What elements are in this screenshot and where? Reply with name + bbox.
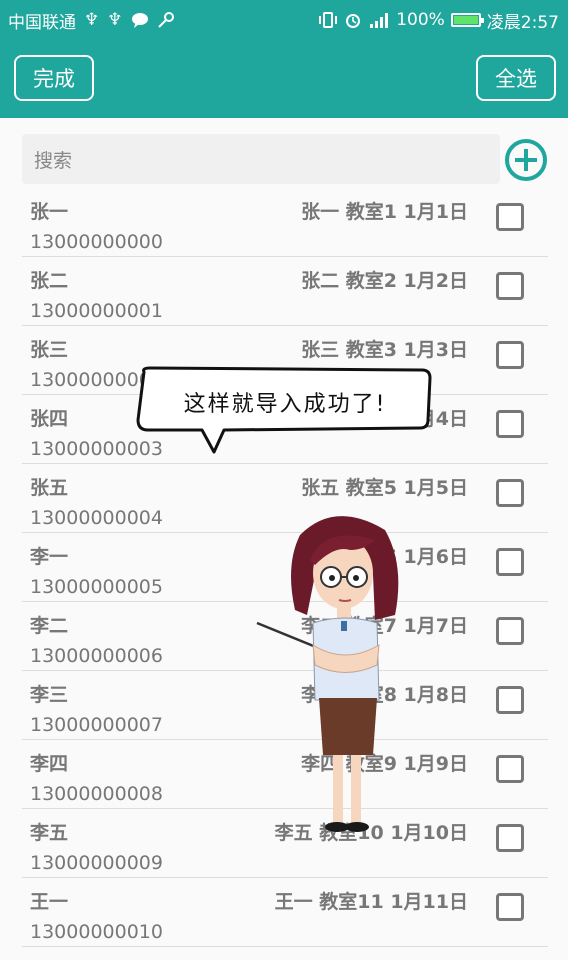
list-item[interactable]: 张一 张一 教室1 1月1日 13000000000: [0, 188, 568, 257]
contact-name: 张一: [30, 201, 69, 223]
contact-phone: 13000000010: [30, 921, 163, 943]
select-checkbox[interactable]: [496, 272, 524, 300]
select-checkbox[interactable]: [496, 893, 524, 921]
contact-phone: 13000000007: [30, 714, 163, 736]
contact-info: 张一 教室1 1月1日: [301, 201, 468, 223]
contact-phone: 13000000008: [30, 783, 163, 805]
select-checkbox[interactable]: [496, 203, 524, 231]
list-item[interactable]: 张二 张二 教室2 1月2日 13000000001: [0, 257, 568, 326]
contact-info: 张五 教室5 1月5日: [301, 477, 468, 499]
app-bar: 完成 全选: [0, 40, 568, 118]
select-checkbox[interactable]: [496, 824, 524, 852]
contact-phone: 13000000006: [30, 645, 163, 667]
select-checkbox[interactable]: [496, 617, 524, 645]
teacher-illustration: [256, 516, 399, 832]
contact-name: 李五: [30, 822, 69, 844]
contact-name: 李三: [30, 684, 69, 706]
carrier-label: 中国联通: [8, 12, 76, 33]
divider: [22, 946, 548, 947]
vibrate-icon: [319, 12, 338, 28]
bubble-text: 这样就导入成功了!: [183, 392, 387, 417]
list-item[interactable]: 王一 王一 教室11 1月11日 13000000010: [0, 878, 568, 947]
message-icon: [131, 13, 148, 28]
usb-icon: ♆: [84, 10, 100, 30]
select-checkbox[interactable]: [496, 479, 524, 507]
select-checkbox[interactable]: [496, 755, 524, 783]
contact-name: 张二: [30, 270, 69, 292]
contact-info: 张二 教室2 1月2日: [301, 270, 468, 292]
battery-icon: [450, 13, 484, 27]
select-checkbox[interactable]: [496, 548, 524, 576]
search-input[interactable]: 搜索: [22, 134, 500, 184]
contact-phone: 13000000001: [30, 300, 163, 322]
clock: 凌晨2:57: [486, 12, 559, 33]
select-checkbox[interactable]: [496, 686, 524, 714]
signal-icon: [370, 13, 389, 28]
select-all-button[interactable]: 全选: [476, 55, 556, 101]
usb-debug-icon: ♆: [107, 10, 123, 30]
select-checkbox[interactable]: [496, 410, 524, 438]
contact-phone: 13000000000: [30, 231, 163, 253]
contact-info: 王一 教室11 1月11日: [274, 891, 468, 913]
contact-name: 王一: [30, 891, 69, 913]
done-button[interactable]: 完成: [14, 55, 94, 101]
contact-info: 张三 教室3 1月3日: [301, 339, 468, 361]
contact-phone: 13000000005: [30, 576, 163, 598]
key-icon: [157, 12, 174, 28]
contact-name: 张四: [30, 408, 69, 430]
contact-name: 张三: [30, 339, 69, 361]
contact-phone: 13000000004: [30, 507, 163, 529]
contact-name: 李二: [30, 615, 69, 637]
add-circle-icon[interactable]: [503, 137, 549, 183]
status-bar: 中国联通 ♆ ♆ 100% 凌晨2:57: [0, 0, 568, 40]
battery-percent: 100%: [396, 10, 445, 30]
select-checkbox[interactable]: [496, 341, 524, 369]
contact-name: 李四: [30, 753, 69, 775]
contact-name: 张五: [30, 477, 69, 499]
alarm-icon: [346, 14, 361, 28]
contact-name: 李一: [30, 546, 69, 568]
contact-phone: 13000000009: [30, 852, 163, 874]
